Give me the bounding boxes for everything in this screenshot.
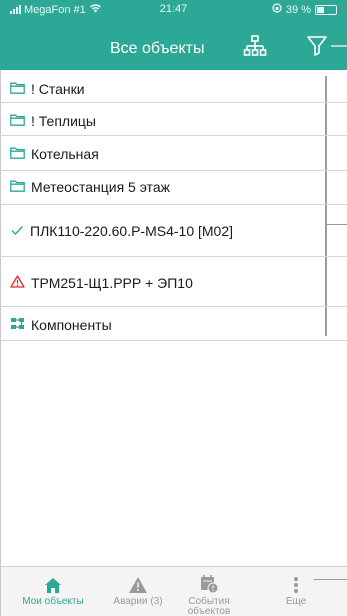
more-icon [293,574,299,594]
list-item-folder-teplicy[interactable]: ! Теплицы [0,110,325,132]
divider [0,170,347,171]
tab-bar-rail [314,579,347,580]
checkmark-icon [10,223,24,239]
battery-icon [315,4,337,15]
tab-alarms[interactable]: Аварии (3) [105,567,171,616]
orientation-lock-icon [272,3,282,16]
tab-label: Аварии (3) [113,596,163,607]
divider [0,306,347,307]
events-icon [199,574,219,594]
tab-label: Еще [285,596,307,607]
warning-icon [128,574,148,594]
battery-percent: 39 % [285,3,311,16]
list-item-label: ! Станки [31,81,85,97]
folder-icon [10,146,25,162]
tab-events[interactable]: События объектов [179,567,239,616]
tab-bar: Мои объекты Аварии (3) События объектов … [0,566,347,616]
filter-icon[interactable] [307,36,347,56]
list-item-label: ТРМ251-Щ1.РРР + ЭП10 [31,275,193,291]
list-item-label: Котельная [31,146,99,162]
divider [0,340,347,341]
home-icon [44,574,62,594]
list-item-components[interactable]: Компоненты [0,314,325,336]
folder-icon [10,113,25,129]
list-item-label: ПЛК110-220.60.Р-MS4-10 [M02] [30,223,234,239]
tab-label: Мои объекты [22,596,84,607]
tab-my-objects[interactable]: Мои объекты [13,567,93,616]
list-item-folder-kotelnaya[interactable]: Котельная [0,143,325,165]
list-item-device-trm251[interactable]: ТРМ251-Щ1.РРР + ЭП10 [0,272,325,294]
list-item-label: Компоненты [31,317,112,333]
top-bar: MegaFon #1 21:47 39 % Все объекты [0,0,347,70]
list-item-label: Метеостанция 5 этаж [31,179,170,195]
list-item-folder-meteostanciya[interactable]: Метеостанция 5 этаж [0,176,325,198]
divider [0,102,347,103]
divider [0,135,347,136]
list-item-folder-stanki[interactable]: ! Станки [0,78,325,100]
components-icon [10,317,25,333]
folder-icon [10,81,25,97]
page-title: Все объекты [110,40,205,57]
hierarchy-icon[interactable] [243,35,267,57]
tab-label-line-2: объектов [187,606,231,616]
folder-icon [10,179,25,195]
warning-icon [10,275,25,291]
list-item-device-plk110[interactable]: ПЛК110-220.60.Р-MS4-10 [M02] [0,220,325,242]
divider [0,256,347,257]
tab-more[interactable]: Еще [273,567,319,616]
status-right: 39 % [272,3,337,16]
scroll-rail [325,76,327,336]
status-bar: MegaFon #1 21:47 39 % [0,0,347,18]
divider [0,204,347,205]
rail-tick [325,224,347,225]
list-item-label: ! Теплицы [31,113,96,129]
